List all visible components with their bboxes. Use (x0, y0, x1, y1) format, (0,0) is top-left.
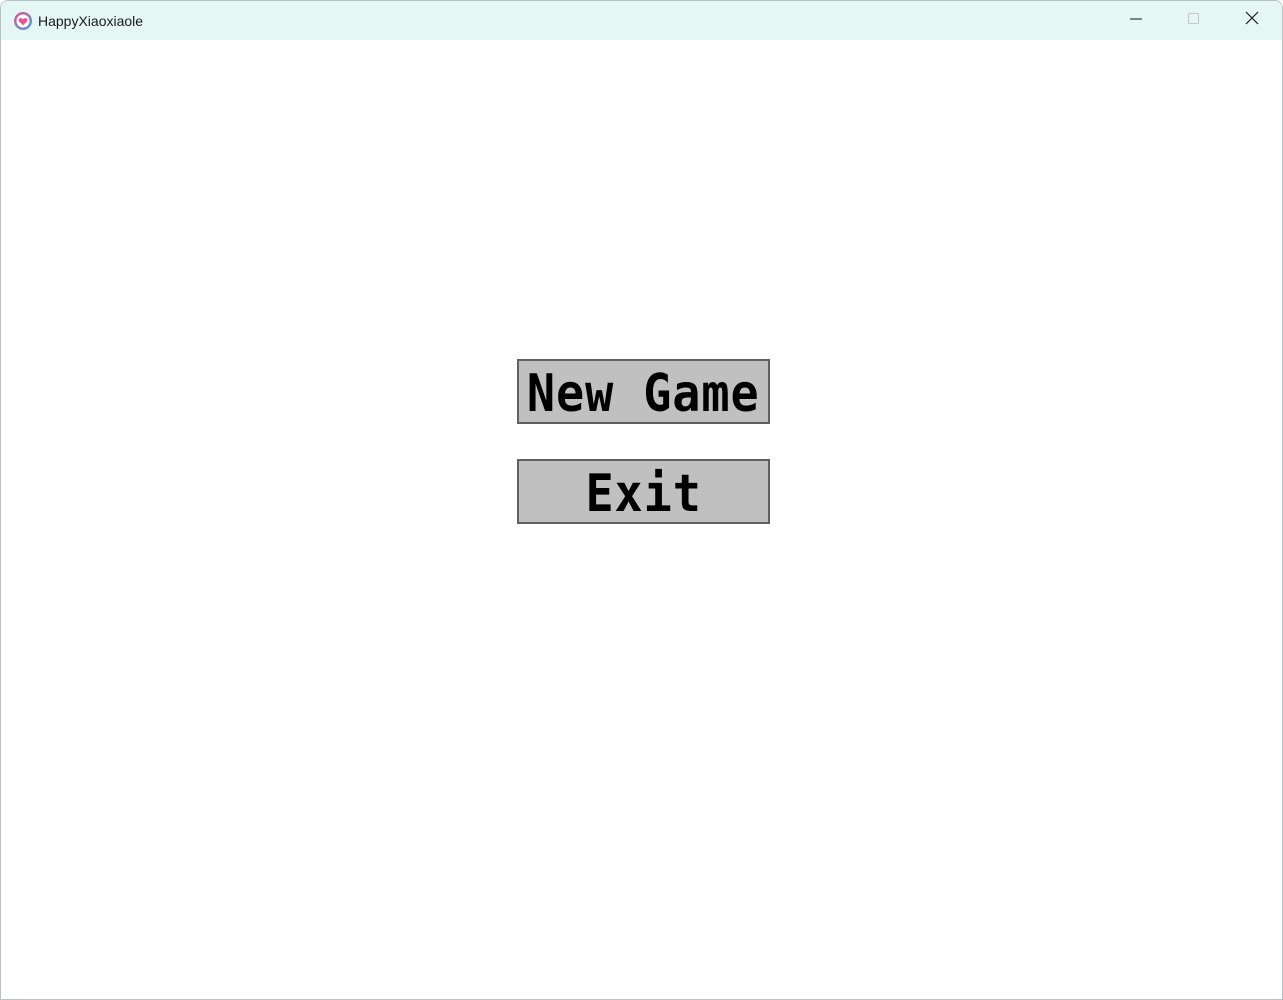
window-title: HappyXiaoxiaole (38, 13, 144, 29)
game-canvas: New Game Exit (1, 40, 1282, 999)
close-icon (1245, 11, 1259, 30)
maximize-button[interactable] (1165, 1, 1222, 40)
exit-button[interactable]: Exit (517, 459, 770, 524)
app-window: HappyXiaoxiaole New Game Exit (0, 0, 1283, 1000)
minimize-icon (1129, 12, 1142, 30)
title-bar[interactable]: HappyXiaoxiaole (1, 1, 1282, 40)
minimize-button[interactable] (1107, 1, 1164, 40)
new-game-label: New Game (527, 364, 760, 424)
new-game-button[interactable]: New Game (517, 359, 770, 424)
exit-label: Exit (585, 464, 702, 524)
close-button[interactable] (1223, 1, 1280, 40)
maximize-icon (1187, 12, 1200, 30)
heart-app-icon (13, 11, 33, 31)
